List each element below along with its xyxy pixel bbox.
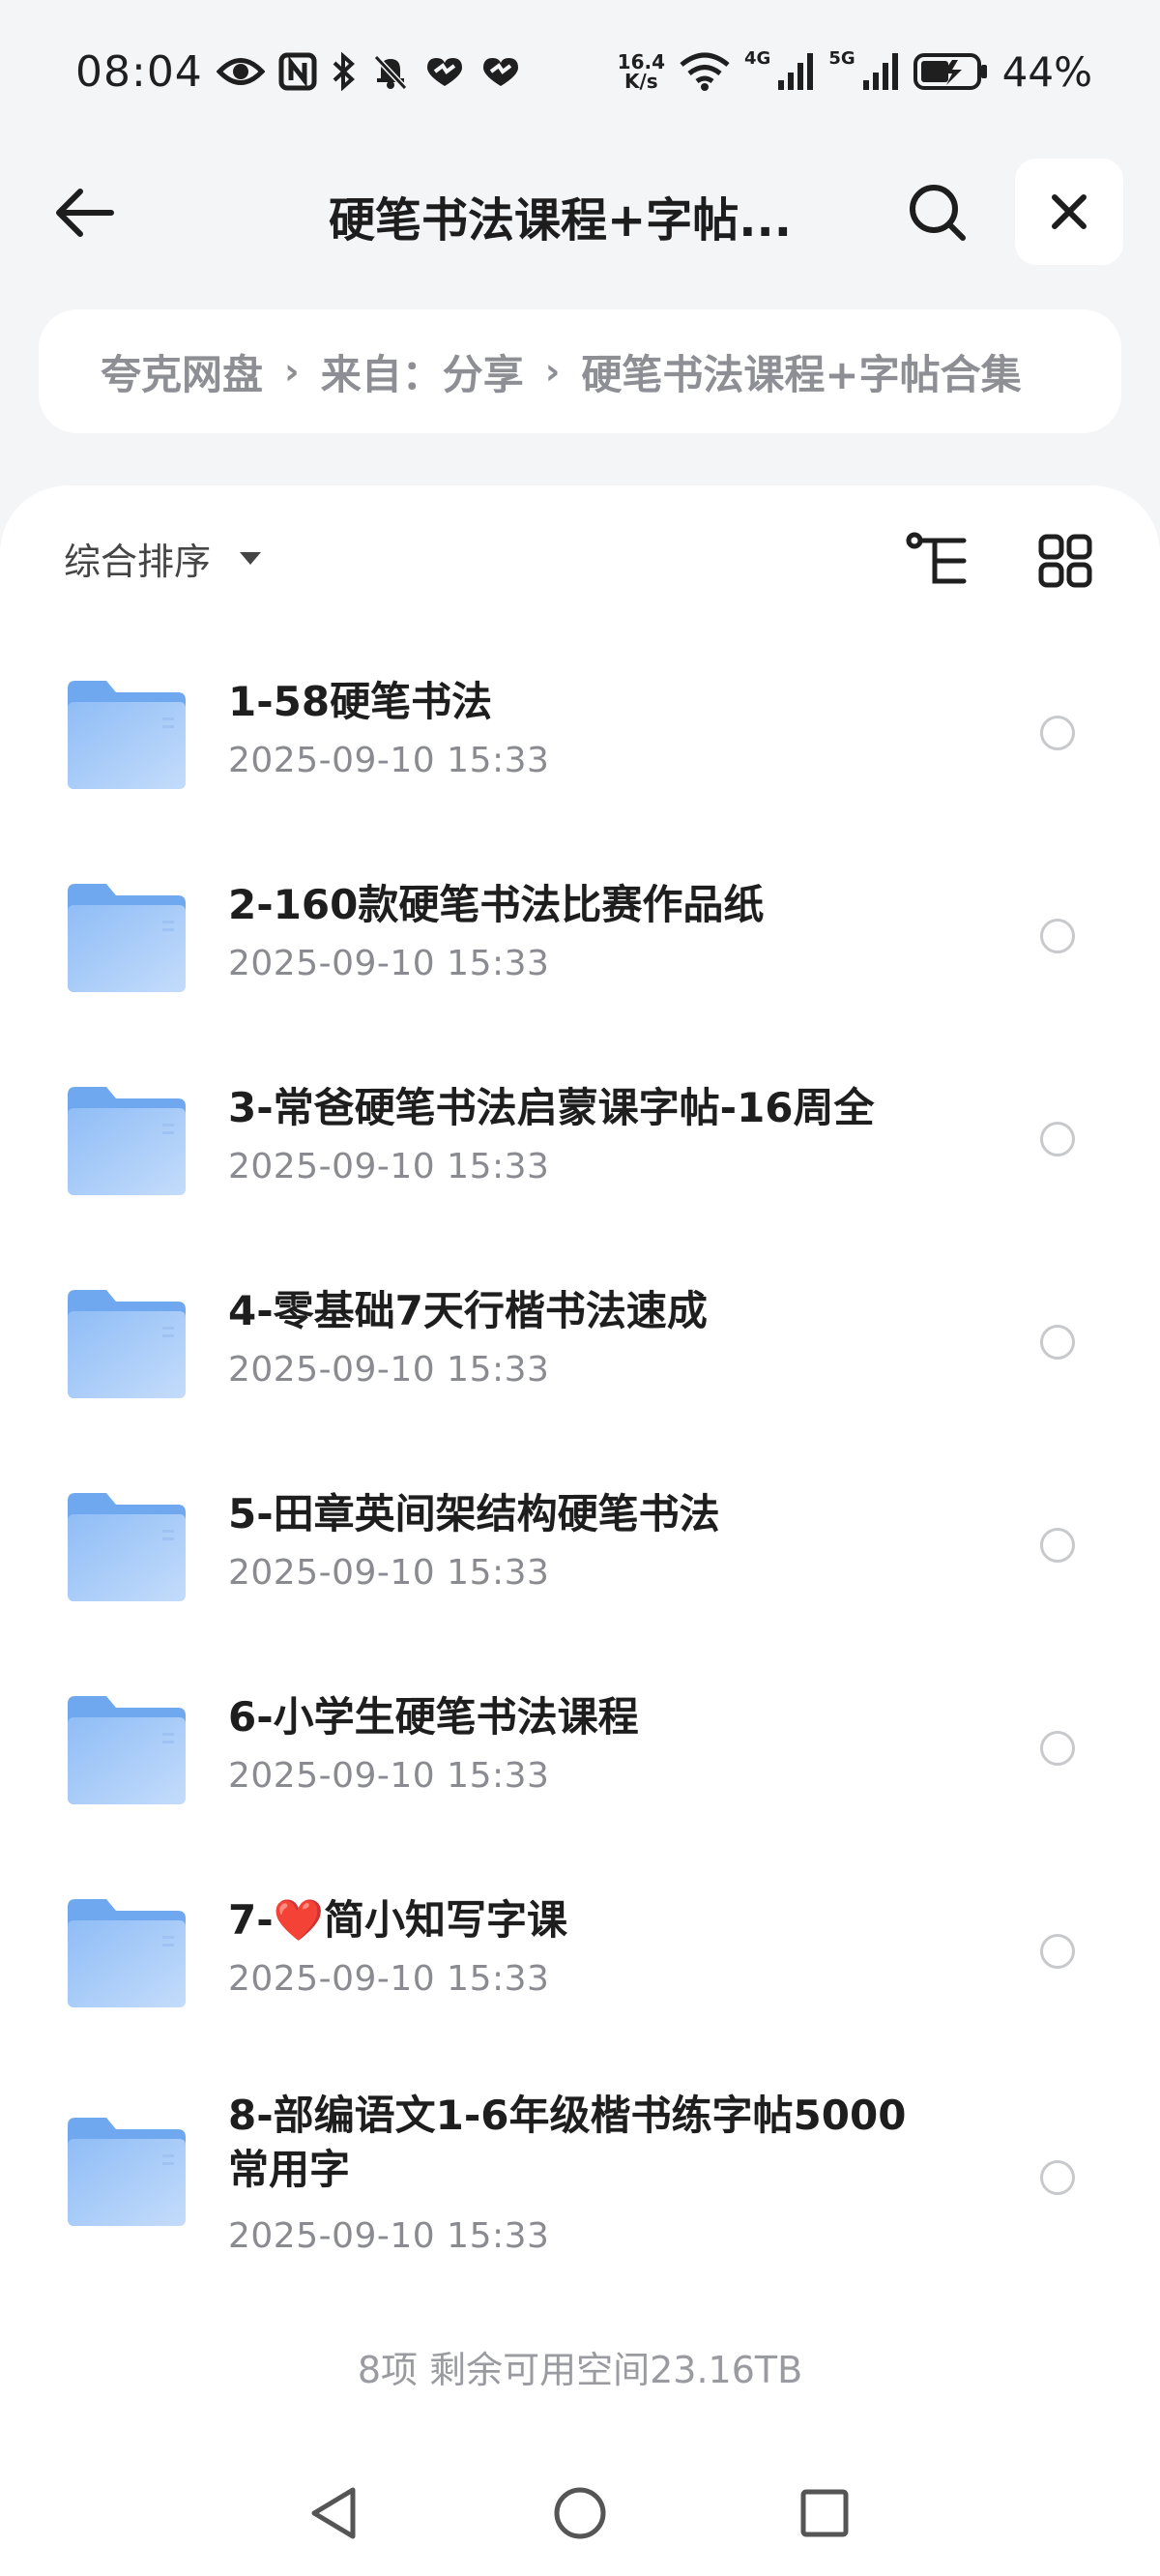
nav-home-button[interactable] [536,2470,624,2557]
file-name: 6-小学生硬笔书法课程 [228,1693,639,1741]
tree-view-button[interactable] [901,524,974,598]
nfc-icon [278,52,317,91]
chevron-right-icon: › [544,350,561,393]
back-arrow-icon [56,189,114,237]
select-radio[interactable] [1040,1731,1075,1766]
net-speed: 16.4 K/s [618,52,665,91]
chevron-right-icon: › [284,350,300,393]
square-recents-icon [800,2489,849,2537]
folder-icon [68,884,186,992]
grid-icon [1038,534,1092,588]
select-radio[interactable] [1040,716,1075,750]
status-time: 08:04 [75,46,203,97]
battery-icon [913,52,989,91]
signal-4g-icon [776,51,815,92]
bluetooth-icon [331,52,358,91]
net-speed-unit: K/s [624,70,658,93]
wifi-icon [679,51,731,92]
signal-5g-label: 5G [828,47,856,69]
close-button[interactable] [1015,159,1123,265]
tree-icon [906,532,967,584]
select-radio[interactable] [1040,2160,1075,2195]
eye-icon [216,55,265,88]
heart-badge-icon [423,54,466,89]
file-row[interactable]: 8-部编语文1-6年级楷书练字帖5000常用字 2025-09-10 15:33 [0,2062,1160,2294]
search-icon [910,185,966,241]
folder-icon [68,1493,186,1601]
breadcrumb-item-root[interactable]: 夸克网盘 [101,342,263,401]
folder-icon [68,1696,186,1804]
system-nav-bar [0,2456,1160,2576]
file-name: 2-160款硬笔书法比赛作品纸 [228,881,765,928]
select-radio[interactable] [1040,1528,1075,1563]
top-nav: 硬笔书法课程+字帖... [0,155,1160,271]
mute-bell-icon [371,52,410,91]
signal-5g-icon [861,51,900,92]
file-panel: 综合排序 1-58硬笔书法 2025-09-10 15:33 2-160款硬笔书… [0,485,1160,2576]
folder-icon [68,681,186,789]
nav-back-button[interactable] [290,2470,377,2557]
select-radio[interactable] [1040,1122,1075,1156]
file-name: 7-❤️简小知写字课 [228,1896,567,1944]
file-name: 1-58硬笔书法 [228,678,493,725]
file-date: 2025-09-10 15:33 [228,1756,550,1796]
sort-label: 综合排序 [64,541,212,583]
file-name: 8-部编语文1-6年级楷书练字帖5000常用字 [228,2092,907,2193]
file-date: 2025-09-10 15:33 [228,1553,550,1593]
grid-view-button[interactable] [1029,524,1102,598]
close-icon [1052,194,1087,229]
triangle-back-icon [311,2487,356,2539]
nav-recents-button[interactable] [781,2470,868,2557]
status-right: 16.4 K/s 4G 5G 44% [618,48,1092,96]
file-row[interactable]: 5-田章英间架结构硬笔书法 2025-09-10 15:33 [0,1452,1160,1655]
select-radio[interactable] [1040,919,1075,953]
file-row[interactable]: 1-58硬笔书法 2025-09-10 15:33 [0,640,1160,843]
select-radio[interactable] [1040,1934,1075,1969]
heart-badge-icon-2 [479,54,522,89]
page-title: 硬笔书法课程+字帖... [329,193,792,248]
folder-icon [68,1087,186,1195]
net-speed-value: 16.4 [617,50,666,73]
file-row[interactable]: 3-常爸硬笔书法启蒙课字帖-16周全 2025-09-10 15:33 [0,1046,1160,1249]
signal-4g-label: 4G [744,47,771,69]
file-name: 4-零基础7天行楷书法速成 [228,1287,708,1334]
file-name: 5-田章英间架结构硬笔书法 [228,1490,720,1537]
caret-down-icon [240,552,262,565]
search-button[interactable] [899,174,976,251]
file-date: 2025-09-10 15:33 [228,1959,550,1999]
file-list: 1-58硬笔书法 2025-09-10 15:33 2-160款硬笔书法比赛作品… [0,640,1160,2294]
file-name: 3-常爸硬笔书法启蒙课字帖-16周全 [228,1084,875,1131]
select-radio[interactable] [1040,1325,1075,1360]
file-date: 2025-09-10 15:33 [228,1147,550,1186]
folder-icon [68,1290,186,1398]
file-row[interactable]: 4-零基础7天行楷书法速成 2025-09-10 15:33 [0,1249,1160,1452]
file-date: 2025-09-10 15:33 [228,1350,550,1390]
breadcrumb: 夸克网盘 › 来自：分享 › 硬笔书法课程+字帖合集 [39,309,1121,433]
circle-home-icon [554,2487,606,2539]
folder-icon [68,1899,186,2007]
back-button[interactable] [46,174,124,251]
breadcrumb-item-share[interactable]: 来自：分享 [321,342,524,401]
toolbar: 综合排序 [0,485,1160,630]
file-row[interactable]: 7-❤️简小知写字课 2025-09-10 15:33 [0,1859,1160,2062]
folder-icon [68,2118,186,2226]
file-date: 2025-09-10 15:33 [228,944,550,983]
battery-percent: 44% [1001,47,1092,96]
status-bar: 08:04 16.4 K/s 4G 5G 44% [0,0,1160,143]
storage-summary: 8项 剩余可用空间23.16TB [357,2349,803,2391]
file-row[interactable]: 6-小学生硬笔书法课程 2025-09-10 15:33 [0,1655,1160,1859]
file-date: 2025-09-10 15:33 [228,2216,550,2256]
file-row[interactable]: 2-160款硬笔书法比赛作品纸 2025-09-10 15:33 [0,843,1160,1046]
sort-button[interactable]: 综合排序 [64,532,262,585]
breadcrumb-item-current[interactable]: 硬笔书法课程+字帖合集 [581,342,1021,401]
status-left: 08:04 [75,47,522,97]
file-date: 2025-09-10 15:33 [228,741,550,780]
